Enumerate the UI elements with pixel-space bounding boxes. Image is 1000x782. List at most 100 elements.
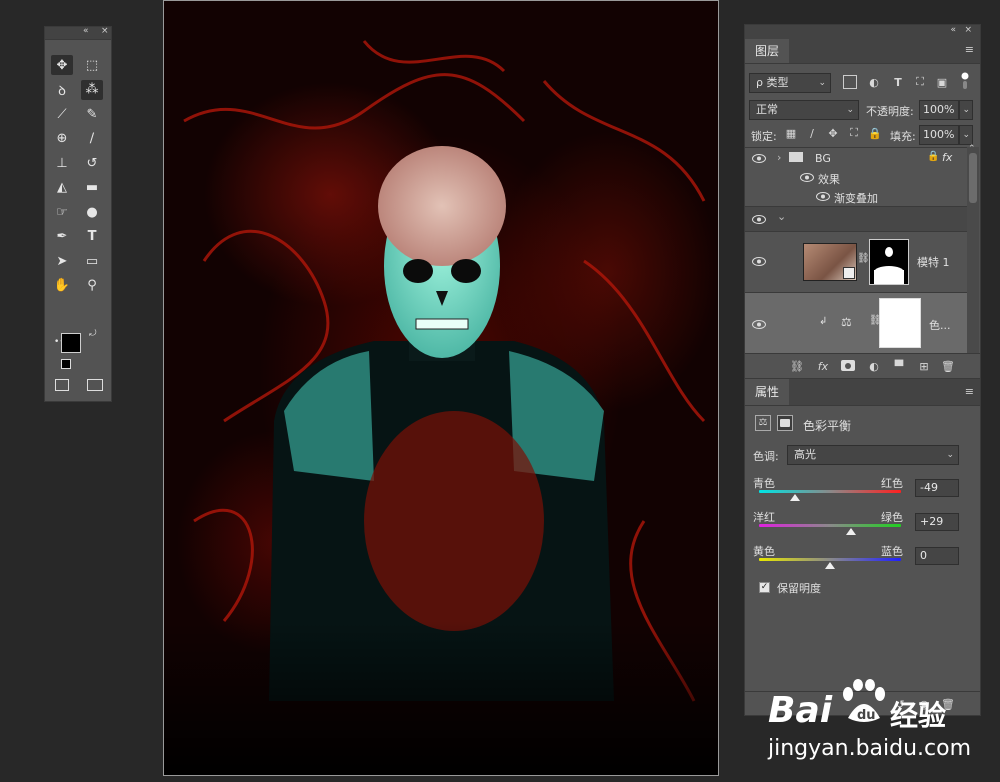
new-layer-icon[interactable]: ⊞ [917,359,931,373]
slider-track[interactable] [759,558,901,561]
default-colors-icon[interactable] [61,359,71,369]
layer-row-gradient-overlay[interactable]: 渐变叠加 [745,187,967,206]
filter-toggle-icon[interactable] [960,71,970,91]
slider-value-input[interactable]: -49 [915,479,959,497]
screen-mode-icon[interactable] [87,379,103,391]
preserve-luminosity-checkbox[interactable]: ✓ [759,582,770,593]
layer-mask-thumbnail[interactable] [869,239,909,285]
scroll-up-icon[interactable]: ⌃ [968,144,976,154]
lock-all-icon[interactable]: 🔒 [868,127,882,140]
move-tool-icon[interactable]: ✥ [51,55,73,75]
history-brush-tool-icon[interactable]: ↺ [81,153,103,173]
layer-mask-thumbnail[interactable] [879,298,921,348]
foreground-color-swatch[interactable] [61,333,81,353]
layers-scrollbar[interactable]: ⌃ [967,144,979,353]
blend-mode-select[interactable]: 正常 ⌄ [749,100,859,120]
hand-tool-icon[interactable]: ✋ [51,276,73,296]
visibility-eye-icon[interactable] [751,318,767,330]
rectangle-tool-icon[interactable]: ▭ [81,251,103,271]
new-group-icon[interactable]: ▀ [891,359,907,373]
layer-row-effects[interactable]: 效果 [745,168,967,187]
swap-colors-icon[interactable]: ⤾ [89,329,97,339]
quick-mask-icon[interactable] [55,379,69,391]
layer-filter-select[interactable]: ρ 类型 ⌄ [749,73,831,93]
filter-shape-icon[interactable]: ⛶ [913,75,927,89]
crop-tool-icon[interactable]: ⟋ [51,104,73,124]
visibility-eye-icon[interactable] [799,171,815,183]
layer-row-model[interactable]: ⛓ 模特 1 [745,231,967,293]
tools-panel-header[interactable]: « × [45,26,111,40]
clone-stamp-tool-icon[interactable]: ⊥ [51,153,73,173]
fill-dropdown-icon[interactable]: ⌄ [959,125,973,145]
opacity-input[interactable]: 100% [919,100,959,120]
visibility-eye-icon[interactable] [751,152,767,164]
fx-icon[interactable]: fx [942,151,952,164]
delete-layer-icon[interactable]: 🗑 [941,359,955,373]
type-tool-icon[interactable]: T [81,227,103,247]
lock-pixels-icon[interactable]: ∕ [806,127,818,140]
lock-artboard-icon[interactable]: ⛶ [848,126,860,139]
link-layers-icon[interactable]: ⛓ [789,359,805,373]
fill-input[interactable]: 100% [919,125,959,145]
eyedropper-tool-icon[interactable]: ✎ [81,104,103,124]
lasso-tool-icon[interactable]: ꝺ [51,80,73,100]
zoom-tool-icon[interactable]: ⚲ [81,276,103,296]
eraser-tool-icon[interactable]: ◭ [51,178,73,198]
filter-adjustment-icon[interactable]: ◐ [867,75,881,89]
filter-type-icon[interactable]: T [891,75,905,89]
visibility-eye-icon[interactable] [815,190,831,202]
filter-smart-object-icon[interactable]: ▣ [935,75,949,89]
marquee-tool-icon[interactable]: ⬚ [81,55,103,75]
add-style-icon[interactable]: fx [815,359,831,373]
slider-thumb[interactable] [845,528,856,535]
document-canvas[interactable] [163,0,719,776]
layer-row-color-balance[interactable]: ↲ ⚖ ⛓ 色... [745,293,967,355]
slider-right-label: 红色 [881,477,903,490]
tab-layers[interactable]: 图层 [745,39,790,63]
balance-scale-icon: ⚖ [841,315,852,329]
tone-select[interactable]: 高光 ⌄ [787,445,959,465]
panel-menu-icon[interactable]: ≡ [965,44,974,55]
filter-pixel-icon[interactable] [843,75,857,89]
magic-wand-tool-icon[interactable]: ⁂ [81,79,103,100]
mask-link-icon[interactable]: ⛓ [857,253,870,264]
expand-chevron-icon[interactable]: › [777,151,781,164]
smudge-tool-icon[interactable]: ☞ [51,202,73,222]
tone-label: 色调: [753,450,779,463]
path-selection-tool-icon[interactable]: ➤ [51,251,73,271]
preserve-luminosity-label: 保留明度 [777,582,821,595]
close-icon[interactable]: × [101,26,109,36]
healing-brush-tool-icon[interactable]: ⊕ [51,129,73,149]
lock-position-icon[interactable]: ✥ [827,127,839,140]
opacity-dropdown-icon[interactable]: ⌄ [959,100,973,120]
layer-row-open-group[interactable]: ⌄ [745,206,967,232]
collapse-icon[interactable]: « [950,25,956,35]
panel-menu-icon[interactable]: ≡ [965,386,974,397]
tab-properties[interactable]: 属性 [745,379,790,405]
slider-thumb[interactable] [790,494,801,501]
add-mask-icon[interactable] [841,360,855,371]
collapse-icon[interactable]: « [83,26,89,36]
slider-value-input[interactable]: 0 [915,547,959,565]
visibility-eye-icon[interactable] [751,213,767,225]
slider-track[interactable] [759,524,901,527]
brush-tool-icon[interactable]: ∕ [81,129,103,149]
scrollbar-thumb[interactable] [969,153,977,203]
gradient-tool-icon[interactable]: ▬ [81,178,103,198]
svg-text:du: du [857,708,876,723]
layer-row-bg-group[interactable]: › BG 🔒 fx [745,148,967,168]
dodge-tool-icon[interactable]: ● [81,202,103,222]
pen-tool-icon[interactable]: ✒ [51,227,73,247]
visibility-eye-icon[interactable] [751,255,767,267]
slider-thumb[interactable] [825,562,835,569]
close-icon[interactable]: × [964,25,972,35]
layer-name: 渐变叠加 [834,192,878,205]
mask-icon[interactable] [777,415,793,431]
slider-track[interactable] [759,490,901,493]
color-slider-row: 黄色 蓝色 0 [745,543,980,573]
collapse-chevron-icon[interactable]: ⌄ [777,210,786,223]
new-adjustment-icon[interactable]: ◐ [867,359,881,373]
slider-value-input[interactable]: +29 [915,513,959,531]
lock-transparent-icon[interactable]: ▦ [785,127,797,140]
baidu-watermark: Bai du 经验 jingyan.baidu.com [768,678,1000,778]
